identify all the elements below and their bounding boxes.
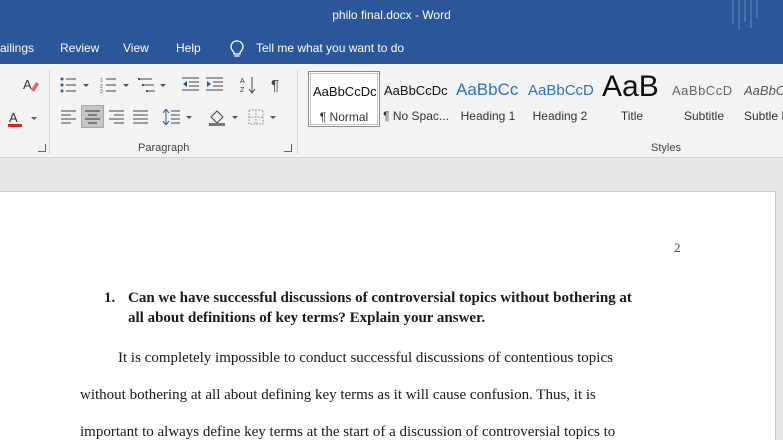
increase-indent-icon[interactable] <box>206 77 224 93</box>
font-dialog-launcher[interactable] <box>38 144 46 152</box>
align-center-button[interactable] <box>81 105 104 128</box>
page-number: 2 <box>674 240 681 255</box>
document-canvas[interactable]: 2 1. Can we have successful discussions … <box>0 158 783 440</box>
style-name: Subtitle <box>683 109 725 123</box>
style-sample: AaBbCcD <box>528 82 594 99</box>
clear-formatting-icon[interactable]: A <box>22 76 40 94</box>
multilevel-dropdown[interactable] <box>160 84 166 87</box>
svg-text:3: 3 <box>100 89 103 93</box>
tab-mailings[interactable]: ailings <box>0 41 34 55</box>
style-normal[interactable]: AaBbCcDc ¶ Normal <box>308 71 380 127</box>
style-sample: AaBbCcDc <box>313 84 377 99</box>
svg-text:A: A <box>240 78 245 85</box>
styles-group-label: Styles <box>651 142 681 154</box>
question-line: all about definitions of key terms? Expl… <box>128 310 486 326</box>
style-name: Heading 1 <box>460 109 516 123</box>
align-center-icon <box>85 110 100 124</box>
style-sample: AaBbCcDc <box>384 83 448 98</box>
justify-icon[interactable] <box>133 110 149 124</box>
style-no-spacing[interactable]: AaBbCcDc ¶ No Spac... <box>380 71 452 127</box>
svg-text:A: A <box>9 110 18 125</box>
tab-review[interactable]: Review <box>60 41 99 55</box>
list-number: 1. <box>104 290 116 306</box>
svg-text:Z: Z <box>240 87 245 94</box>
style-subtitle[interactable]: AaBbCcD Subtitle <box>668 71 740 127</box>
paragraph-group-label: Paragraph <box>138 142 190 154</box>
bullets-dropdown[interactable] <box>83 84 89 87</box>
style-heading-2[interactable]: AaBbCcD Heading 2 <box>524 71 596 127</box>
body-line: It is completely impossible to conduct s… <box>118 350 613 366</box>
borders-icon[interactable] <box>248 109 264 125</box>
style-sample: AaBbCc <box>456 80 519 99</box>
numbering-icon[interactable]: 1 2 3 <box>100 77 118 93</box>
line-spacing-dropdown[interactable] <box>186 116 192 119</box>
font-color-dropdown[interactable] <box>31 117 37 120</box>
style-name: ¶ Normal <box>319 110 369 124</box>
style-subtle-emphasis[interactable]: AaBbC Subtle E <box>740 71 783 127</box>
tell-me-search[interactable]: Tell me what you want to do <box>256 41 404 55</box>
group-separator <box>297 70 298 154</box>
style-sample: AaBbC <box>744 83 783 98</box>
ribbon-tabs: ailings Review View Help Tell me what yo… <box>0 32 783 64</box>
style-title[interactable]: AaB Title <box>596 70 668 127</box>
window-title: philo final.docx - Word <box>332 8 451 22</box>
style-name: Subtle E <box>744 109 783 123</box>
tab-help[interactable]: Help <box>176 41 201 55</box>
borders-dropdown[interactable] <box>270 116 276 119</box>
numbering-dropdown[interactable] <box>123 84 129 87</box>
align-left-icon[interactable] <box>61 110 77 124</box>
group-separator <box>49 70 50 154</box>
sort-icon[interactable]: AZ <box>240 76 256 94</box>
tab-view[interactable]: View <box>123 41 149 55</box>
title-bar: philo final.docx - Word <box>0 0 783 32</box>
shading-dropdown[interactable] <box>232 116 238 119</box>
body-line: important to always define key terms at … <box>80 424 616 440</box>
ribbon: A A 1 2 3 AZ ¶ Paragraph AaBbCcDc ¶ Norm… <box>0 64 783 158</box>
style-name: Title <box>620 109 644 123</box>
svg-text:¶: ¶ <box>271 77 279 93</box>
document-page[interactable]: 2 1. Can we have successful discussions … <box>0 191 776 440</box>
style-heading-1[interactable]: AaBbCc Heading 1 <box>452 71 524 127</box>
body-line: without bothering at all about defining … <box>80 387 596 403</box>
style-sample: AaB <box>602 70 659 103</box>
style-name: ¶ No Spac... <box>383 109 449 123</box>
font-color-icon[interactable]: A <box>6 109 26 129</box>
paragraph-dialog-launcher[interactable] <box>284 144 292 152</box>
shading-icon[interactable] <box>208 108 226 126</box>
style-name: Heading 2 <box>532 109 588 123</box>
question-line: Can we have successful discussions of co… <box>128 290 632 306</box>
style-sample: AaBbCcD <box>672 83 733 98</box>
designer-icon <box>732 0 758 30</box>
decrease-indent-icon[interactable] <box>182 77 200 93</box>
show-formatting-icon[interactable]: ¶ <box>271 77 283 93</box>
align-right-icon[interactable] <box>109 110 125 124</box>
multilevel-list-icon[interactable] <box>138 77 156 93</box>
bullets-icon[interactable] <box>60 77 78 93</box>
line-spacing-icon[interactable] <box>163 109 181 125</box>
svg-text:A: A <box>23 77 32 92</box>
lightbulb-icon[interactable] <box>229 40 245 58</box>
